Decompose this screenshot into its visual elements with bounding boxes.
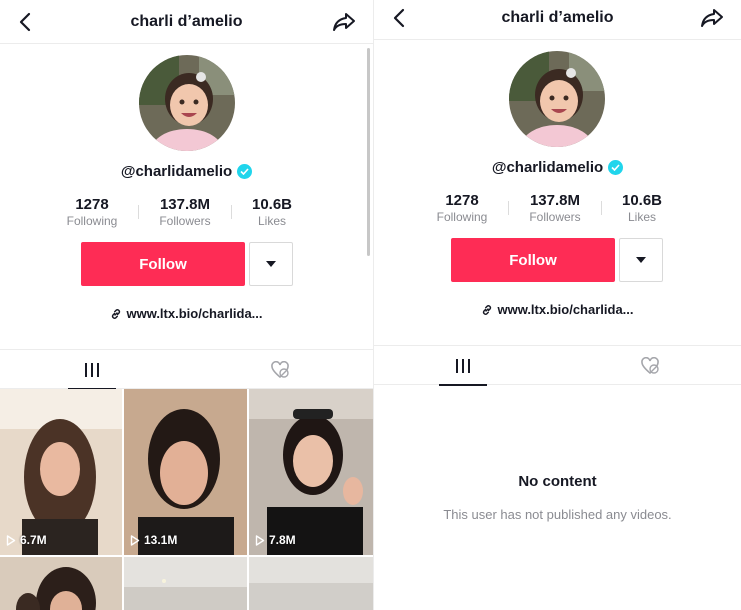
chevron-down-icon bbox=[636, 257, 646, 263]
followers-label: Followers bbox=[529, 210, 581, 224]
profile-tabs bbox=[0, 349, 373, 390]
share-arrow-icon bbox=[333, 13, 355, 31]
username: @charlidamelio bbox=[120, 163, 233, 180]
stat-likes: 10.6B Likes bbox=[250, 196, 294, 228]
following-label: Following bbox=[66, 214, 118, 228]
chevron-down-icon bbox=[266, 261, 276, 267]
video-thumbnail[interactable] bbox=[249, 557, 373, 610]
chevron-left-icon bbox=[19, 12, 31, 32]
stat-followers[interactable]: 137.8M Followers bbox=[157, 196, 213, 228]
followers-label: Followers bbox=[159, 214, 211, 228]
following-label: Following bbox=[436, 210, 488, 224]
share-button[interactable] bbox=[331, 10, 357, 34]
stat-following[interactable]: 1278 Following bbox=[434, 192, 490, 224]
view-count-value: 7.8M bbox=[269, 533, 296, 547]
follow-button[interactable]: Follow bbox=[81, 242, 245, 286]
share-button[interactable] bbox=[699, 6, 725, 30]
back-button[interactable] bbox=[14, 10, 36, 34]
stat-following[interactable]: 1278 Following bbox=[64, 196, 120, 228]
following-count: 1278 bbox=[445, 192, 479, 209]
more-options-button[interactable] bbox=[619, 238, 663, 282]
username-row: @charlidamelio bbox=[374, 159, 741, 176]
top-bar: charli d’amelio bbox=[0, 0, 373, 44]
link-icon bbox=[112, 308, 121, 319]
liked-heart-hidden-icon bbox=[271, 360, 289, 378]
liked-heart-hidden-icon bbox=[641, 356, 659, 374]
videos-grid-icon bbox=[85, 362, 99, 377]
scrollbar[interactable] bbox=[367, 48, 370, 256]
following-count: 1278 bbox=[75, 196, 109, 213]
link-icon bbox=[483, 304, 492, 315]
username: @charlidamelio bbox=[491, 159, 604, 176]
play-icon bbox=[6, 534, 16, 546]
view-count: 13.1M bbox=[130, 533, 177, 547]
profile-tabs bbox=[374, 345, 741, 386]
followers-count: 137.8M bbox=[159, 196, 211, 213]
view-count: 6.7M bbox=[6, 533, 47, 547]
profile-panel-videos: charli d’amelio @charlidamelio 1278 Foll bbox=[0, 0, 373, 610]
profile-stats: 1278 Following 137.8M Followers 10.6B Li… bbox=[64, 196, 294, 228]
stat-likes: 10.6B Likes bbox=[620, 192, 664, 224]
video-thumbnail[interactable] bbox=[124, 557, 247, 610]
avatar bbox=[509, 51, 605, 147]
play-icon bbox=[130, 534, 140, 546]
likes-count: 10.6B bbox=[621, 192, 663, 209]
video-thumbnail[interactable] bbox=[0, 557, 122, 610]
likes-label: Likes bbox=[627, 210, 656, 224]
empty-state-title: No content bbox=[518, 473, 597, 490]
view-count: 7.8M bbox=[255, 533, 296, 547]
page-title: charli d’amelio bbox=[130, 12, 243, 30]
divider bbox=[231, 205, 232, 219]
tab-liked[interactable] bbox=[626, 346, 674, 385]
divider bbox=[601, 201, 602, 215]
tab-videos[interactable] bbox=[439, 346, 487, 386]
bio-link[interactable]: www.ltx.bio/charlida... bbox=[374, 302, 741, 317]
view-count-value: 6.7M bbox=[20, 533, 47, 547]
followers-count: 137.8M bbox=[529, 192, 581, 209]
username-row: @charlidamelio bbox=[0, 163, 373, 180]
profile-stats: 1278 Following 137.8M Followers 10.6B Li… bbox=[434, 192, 664, 224]
page-title: charli d’amelio bbox=[501, 8, 614, 26]
share-arrow-icon bbox=[701, 9, 723, 27]
tab-liked[interactable] bbox=[256, 350, 304, 389]
video-thumbnail[interactable]: 13.1M bbox=[124, 389, 247, 555]
stat-followers[interactable]: 137.8M Followers bbox=[527, 192, 583, 224]
videos-grid-icon bbox=[456, 358, 470, 373]
play-icon bbox=[255, 534, 265, 546]
avatar bbox=[139, 55, 235, 151]
verified-check-icon bbox=[237, 164, 253, 179]
divider bbox=[508, 201, 509, 215]
video-thumbnail[interactable]: 7.8M bbox=[249, 389, 373, 555]
likes-label: Likes bbox=[257, 214, 286, 228]
back-button[interactable] bbox=[388, 6, 410, 30]
video-thumbnail[interactable]: 6.7M bbox=[0, 389, 122, 555]
bio-link[interactable]: www.ltx.bio/charlida... bbox=[0, 306, 373, 321]
verified-check-icon bbox=[608, 160, 624, 175]
tab-videos[interactable] bbox=[68, 350, 116, 390]
bio-link-text: www.ltx.bio/charlida... bbox=[126, 306, 263, 321]
view-count-value: 13.1M bbox=[144, 533, 178, 547]
likes-count: 10.6B bbox=[251, 196, 293, 213]
profile-panel-empty: charli d’amelio @charlidamelio 1278 Foll… bbox=[373, 0, 741, 610]
divider bbox=[138, 205, 139, 219]
follow-button[interactable]: Follow bbox=[451, 238, 615, 282]
bio-link-text: www.ltx.bio/charlida... bbox=[497, 302, 634, 317]
chevron-left-icon bbox=[393, 8, 405, 28]
more-options-button[interactable] bbox=[249, 242, 293, 286]
empty-state-subtitle: This user has not published any videos. bbox=[443, 507, 672, 522]
top-bar: charli d’amelio bbox=[374, 0, 741, 40]
